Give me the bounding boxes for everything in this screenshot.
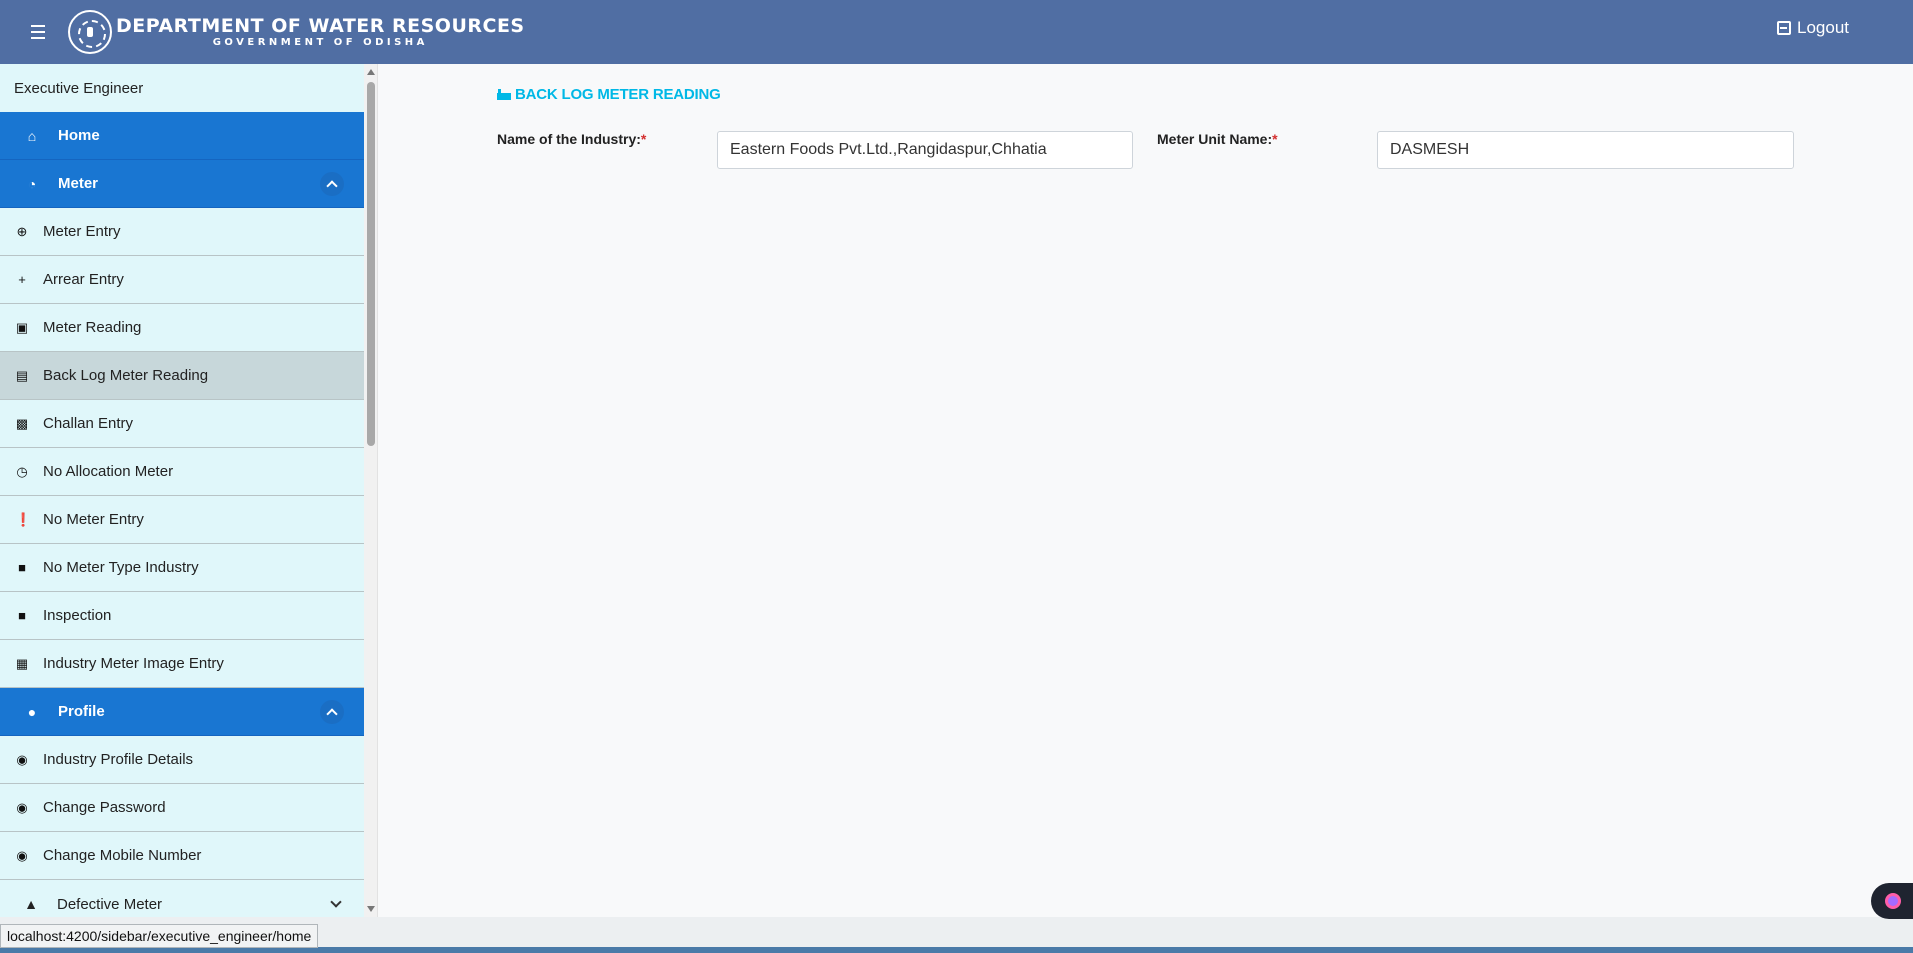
app-title: DEPARTMENT OF WATER RESOURCES <box>116 15 525 37</box>
sidebar-item-meter-entry[interactable]: ⊕ Meter Entry <box>0 208 364 256</box>
account-circle-icon: ◉ <box>16 799 28 815</box>
list-icon: ▤ <box>15 367 29 383</box>
menu-icon <box>31 25 45 27</box>
add-photo-icon: ▦ <box>15 655 29 671</box>
top-navbar: DEPARTMENT OF WATER RESOURCES GOVERNMENT… <box>0 0 1913 64</box>
sidebar-item-change-password[interactable]: ◉ Change Password <box>0 784 364 832</box>
sidebar-item-label: Industry Profile Details <box>43 751 194 768</box>
chevron-up-icon[interactable] <box>320 700 344 724</box>
sidebar-item-label: Defective Meter <box>57 895 163 913</box>
app-subtitle: GOVERNMENT OF ODISHA <box>212 37 428 48</box>
sidebar-item-challan-entry[interactable]: ▩ Challan Entry <box>0 400 364 448</box>
brand: DEPARTMENT OF WATER RESOURCES GOVERNMENT… <box>116 15 525 49</box>
sidebar-item-label: No Meter Entry <box>43 511 144 528</box>
chevron-up-icon[interactable] <box>320 172 344 196</box>
assistant-widget-button[interactable] <box>1871 883 1913 919</box>
sidebar-group-profile[interactable]: ● Profile <box>0 688 364 736</box>
sidebar-item-no-meter-type-industry[interactable]: ■ No Meter Type Industry <box>0 544 364 592</box>
alert-circle-icon: ❗ <box>15 511 32 527</box>
meter-unit-name-field[interactable]: DASMESH <box>1377 131 1794 169</box>
sidebar: Executive Engineer ⌂ Home ◔ Meter ⊕ Mete… <box>0 64 364 917</box>
briefcase-icon: ■ <box>18 608 26 623</box>
meter-unit-name-label: Meter Unit Name:* <box>1157 131 1278 147</box>
sidebar-group-defective-meter[interactable]: ▲ Defective Meter <box>0 880 364 917</box>
main-content: BACK LOG METER READING Name of the Indus… <box>380 64 1913 917</box>
account-circle-icon: ◉ <box>16 751 28 767</box>
sidebar-item-label: Profile <box>58 703 105 720</box>
sidebar-item-home[interactable]: ⌂ Home <box>0 112 364 160</box>
chevron-down-icon[interactable] <box>330 896 342 908</box>
sidebar-item-change-mobile-number[interactable]: ◉ Change Mobile Number <box>0 832 364 880</box>
briefcase-icon: ■ <box>18 560 26 575</box>
sidebar-item-label: No Meter Type Industry <box>43 559 199 576</box>
sidebar-item-label: Challan Entry <box>43 415 134 432</box>
sidebar-item-arrear-entry[interactable]: + Arrear Entry <box>0 256 364 304</box>
logout-icon <box>1777 21 1791 35</box>
plus-icon: + <box>18 272 26 287</box>
user-role: Executive Engineer <box>14 79 144 97</box>
sidebar-item-label: Back Log Meter Reading <box>43 367 209 384</box>
meter-icon: ◔ <box>27 175 37 192</box>
odisha-emblem-logo <box>68 10 112 54</box>
scrollbar-thumb[interactable] <box>367 82 375 446</box>
scroll-down-arrow-icon[interactable] <box>367 906 375 912</box>
account-circle-icon: ◉ <box>16 847 28 863</box>
required-marker: * <box>1272 131 1278 147</box>
status-bar-url: localhost:4200/sidebar/executive_enginee… <box>0 924 319 948</box>
sidebar-item-label: Inspection <box>43 607 112 624</box>
sidebar-item-no-allocation-meter[interactable]: ◷ No Allocation Meter <box>0 448 364 496</box>
sidebar-item-label: Change Password <box>43 799 166 816</box>
industry-name-field[interactable]: Eastern Foods Pvt.Ltd.,Rangidaspur,Chhat… <box>717 131 1133 169</box>
menu-toggle-button[interactable] <box>22 16 54 48</box>
required-marker: * <box>640 131 647 147</box>
sidebar-item-meter-reading[interactable]: ▣ Meter Reading <box>0 304 364 352</box>
industry-name-label: Name of the Industry:* <box>497 131 647 147</box>
factory-icon <box>497 89 511 100</box>
search-box-icon: ▣ <box>15 319 29 335</box>
sidebar-group-meter[interactable]: ◔ Meter <box>0 160 364 208</box>
logout-button[interactable]: Logout <box>1777 18 1849 38</box>
page-title-text: BACK LOG METER READING <box>515 86 721 103</box>
page-title: BACK LOG METER READING <box>497 86 721 103</box>
scroll-up-arrow-icon[interactable] <box>367 69 375 75</box>
sidebar-item-label: Home <box>58 127 100 144</box>
sidebar-item-no-meter-entry[interactable]: ❗ No Meter Entry <box>0 496 364 544</box>
sidebar-item-industry-meter-image-entry[interactable]: ▦ Industry Meter Image Entry <box>0 640 364 688</box>
sidebar-item-inspection[interactable]: ■ Inspection <box>0 592 364 640</box>
sidebar-item-label: Arrear Entry <box>43 271 124 288</box>
home-icon: ⌂ <box>27 127 37 144</box>
warning-icon: ▲ <box>24 896 38 912</box>
sidebar-item-label: Meter Entry <box>43 223 121 240</box>
sidebar-item-label: Industry Meter Image Entry <box>43 655 224 672</box>
logout-label: Logout <box>1797 18 1849 37</box>
sidebar-item-label: No Allocation Meter <box>43 463 174 480</box>
person-icon: ● <box>27 703 37 720</box>
timer-icon: ◷ <box>16 463 28 479</box>
sidebar-item-back-log-meter-reading[interactable]: ▤ Back Log Meter Reading <box>0 352 364 400</box>
sidebar-item-label: Change Mobile Number <box>43 847 202 864</box>
sidebar-item-label: Meter <box>58 175 99 192</box>
assistant-icon <box>1885 893 1901 909</box>
plus-circle-icon: ⊕ <box>16 223 28 239</box>
file-download-icon: ▩ <box>15 415 29 431</box>
sidebar-scrollbar[interactable] <box>364 64 378 917</box>
sidebar-item-label: Meter Reading <box>43 319 142 336</box>
sidebar-item-industry-profile-details[interactable]: ◉ Industry Profile Details <box>0 736 364 784</box>
